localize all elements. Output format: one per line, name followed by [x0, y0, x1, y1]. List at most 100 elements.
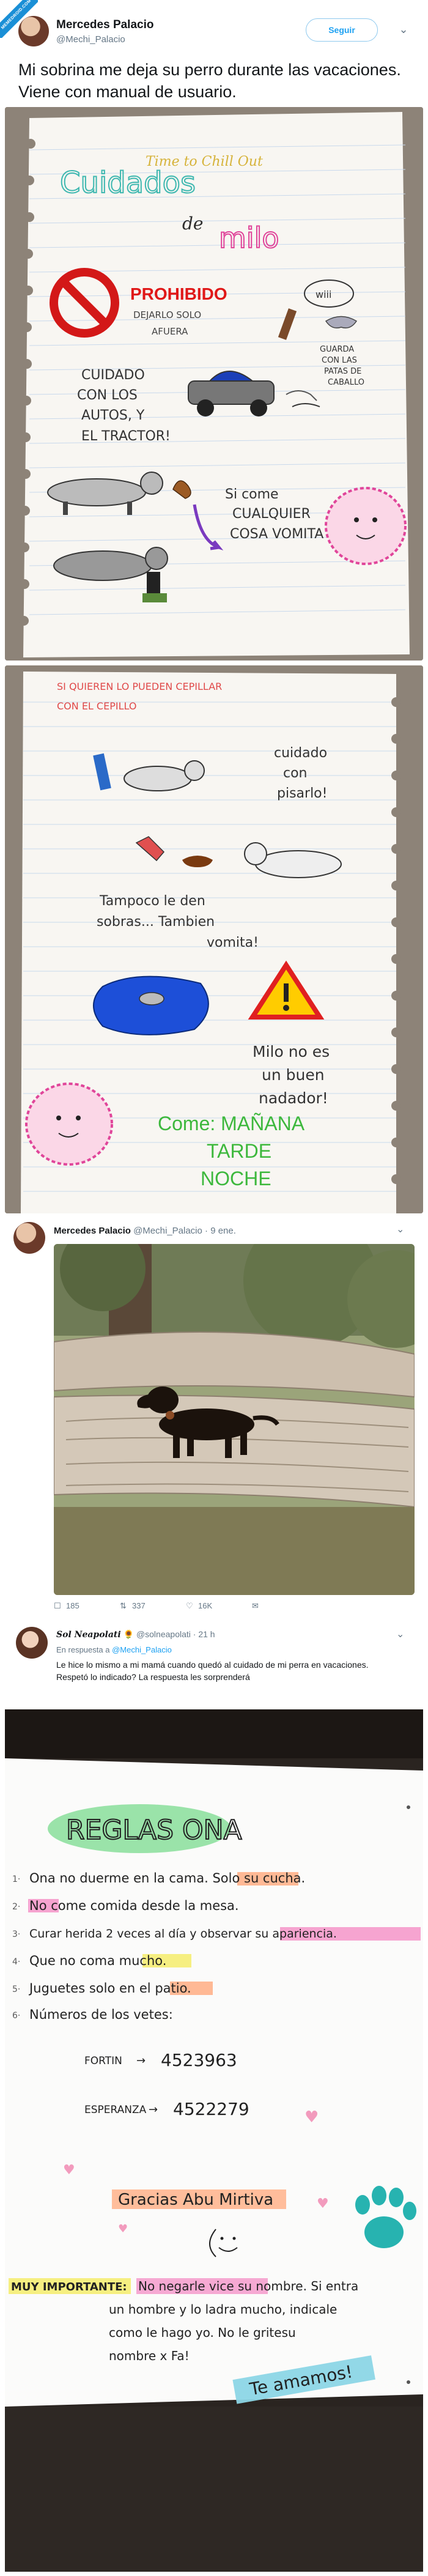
author-name[interactable]: Mercedes Palacio	[54, 1226, 131, 1236]
author-handle[interactable]: @solneapolati	[136, 1629, 191, 1639]
gracias-text: Gracias Abu Mirtiva	[118, 2191, 273, 2209]
prohibido-sub2: AFUERA	[152, 326, 188, 337]
p2-come-2: TARDE	[207, 1140, 271, 1162]
vet-1-name: FORTIN	[84, 2055, 122, 2067]
notebook-photo[interactable]: REGLAS ONA 1· Ona no duerme en la cama. …	[5, 1709, 423, 2572]
avatar[interactable]	[13, 1222, 45, 1254]
water-puddle	[93, 975, 209, 1035]
replying-prefix: En respuesta a	[56, 1645, 110, 1654]
vets-label: Números de los vetes:	[29, 2007, 173, 2022]
vet-1-number: 4523963	[161, 2050, 237, 2070]
cuidado-3: AUTOS, Y	[81, 408, 145, 423]
hedgehog-drawing-2	[25, 1083, 113, 1166]
like-count: 16K	[198, 1601, 213, 1610]
heart-icon: ♥	[118, 2223, 128, 2235]
p2-cuidado-1: cuidado	[274, 746, 327, 761]
tweet-actions: ☐ 185 ⇅ 337 ♡ 16K ✉	[54, 1601, 372, 1615]
prohibido-label: PROHIBIDO	[130, 284, 227, 303]
dog-photo[interactable]	[54, 1244, 415, 1595]
tweet-time[interactable]: · 21 h	[193, 1629, 215, 1639]
p2-cuidado-3: pisarlo!	[277, 786, 327, 801]
cuidado-1: CUIDADO	[81, 368, 145, 383]
tweet-text: Mi sobrina me deja su perro durante las …	[18, 61, 401, 101]
chevron-down-icon[interactable]: ⌄	[396, 1628, 404, 1640]
p2-cuidado-2: con	[283, 766, 308, 781]
p2-top-1: SI QUIEREN LO PUEDEN CEPILLAR	[57, 681, 222, 692]
author-handle[interactable]: @Mechi_Palacio	[56, 34, 125, 45]
guarda-2: CON LAS	[322, 356, 357, 365]
sunflower-emoji: 🌻	[123, 1629, 135, 1639]
svg-text:6·: 6·	[12, 2011, 20, 2021]
follow-button[interactable]: Seguir	[306, 18, 378, 42]
importante-label: MUY IMPORTANTE:	[11, 2281, 127, 2293]
notebook-title: REGLAS ONA	[66, 1815, 242, 1846]
p2-milo-1: Milo no es	[253, 1043, 330, 1060]
rule-5: Juguetes solo en el patio.	[28, 1981, 191, 1996]
svg-text:1·: 1·	[12, 1875, 20, 1884]
reply-text-line-1: Le hice lo mismo a mi mamá cuando quedó …	[56, 1660, 369, 1670]
tweet-header: Mercedes Palacio @Mechi_Palacio · 9 ene.	[54, 1226, 236, 1236]
cuidado-4: EL TRACTOR!	[81, 429, 171, 444]
hedgehog-drawing	[325, 487, 407, 565]
share-icon[interactable]: ✉	[252, 1601, 259, 1611]
svg-text:5·: 5·	[12, 1985, 20, 1994]
title-main: Cuidados	[60, 166, 196, 200]
chevron-down-icon[interactable]: ⌄	[396, 1223, 404, 1235]
wiii-bubble: wiii	[315, 289, 331, 300]
tweet-date[interactable]: · 9 ene.	[205, 1226, 236, 1236]
reply-icon[interactable]: ☐	[54, 1601, 61, 1611]
heart-icon: ♥	[317, 2196, 329, 2211]
author-name[interactable]: Mercedes Palacio	[56, 18, 153, 32]
chevron-down-icon[interactable]: ⌄	[397, 23, 410, 35]
avatar[interactable]	[16, 1627, 48, 1659]
si-come-1: Si come	[225, 487, 279, 502]
quoted-tweet: Mercedes Palacio @Mechi_Palacio · 9 ene.…	[5, 1217, 423, 1618]
heart-icon[interactable]: ♡	[186, 1601, 193, 1611]
importante-line-2: un hombre y lo ladra mucho, indicale	[109, 2302, 337, 2317]
guarda-4: CABALLO	[328, 378, 364, 387]
main-tweet: Mercedes Palacio @Mechi_Palacio Seguir ⌄…	[0, 0, 428, 107]
vet-2-number: 4522279	[173, 2099, 249, 2119]
cuidado-2: CON LOS	[77, 388, 138, 403]
manual-photo-1[interactable]: Time to Chill Out Cuidados de milo PROHI…	[5, 107, 423, 661]
svg-text:2·: 2·	[12, 1902, 20, 1912]
guarda-3: PATAS DE	[324, 367, 361, 376]
author-name[interactable]: Sol Neapolati	[56, 1630, 121, 1640]
retweet-count: 337	[132, 1601, 146, 1610]
p2-top-2: CON EL CEPILLO	[57, 700, 136, 712]
importante-line-3: como le hago yo. No le gritesu	[109, 2325, 296, 2340]
prohibido-sub1: DEJARLO SOLO	[133, 309, 201, 320]
manual-photo-2[interactable]: SI QUIEREN LO PUEDEN CEPILLAR CON EL CEP…	[5, 665, 423, 1213]
title-de: de	[182, 213, 204, 234]
heart-icon: ♥	[63, 2163, 75, 2178]
guarda-1: GUARDA	[320, 345, 354, 354]
rule-3: Curar herida 2 veces al día y observar s…	[29, 1927, 337, 1941]
p2-come-1: Come: MAÑANA	[158, 1112, 305, 1134]
rule-2: No come comida desde la mesa.	[29, 1898, 239, 1913]
retweet-icon[interactable]: ⇅	[120, 1601, 127, 1611]
svg-text:3·: 3·	[12, 1930, 20, 1939]
svg-text:→: →	[149, 2103, 158, 2116]
p2-milo-3: nadador!	[259, 1089, 328, 1107]
svg-text:4·: 4·	[12, 1957, 20, 1967]
p2-milo-2: un buen	[262, 1066, 325, 1084]
rule-1: Ona no duerme en la cama. Solo su cucha.	[29, 1871, 305, 1886]
vet-2-name: ESPERANZA	[84, 2104, 147, 2116]
badge-text: MEMEDROID.COM	[0, 0, 38, 38]
replying-to-link[interactable]: @Mechi_Palacio	[112, 1645, 172, 1654]
author-handle[interactable]: @Mechi_Palacio	[133, 1226, 202, 1236]
si-come-2: CUALQUIER	[232, 506, 311, 522]
importante-line-4: nombre x Fa!	[109, 2348, 190, 2363]
p2-tampoco-2: sobras... Tambien	[97, 914, 215, 930]
p2-tampoco-3: vomita!	[207, 935, 259, 950]
tweet-header: Sol Neapolati 🌻 @solneapolati · 21 h	[56, 1629, 215, 1640]
si-come-3: COSA VOMITA	[230, 527, 323, 542]
reply-count: 185	[66, 1601, 79, 1610]
reply-tweet: Sol Neapolati 🌻 @solneapolati · 21 h ⌄ E…	[5, 1621, 423, 1706]
p2-come-3: NOCHE	[201, 1168, 271, 1190]
reply-text-line-2: Respetó lo indicado? La respuesta les so…	[56, 1672, 250, 1682]
memedroid-badge: MEMEDROID.COM	[0, 0, 38, 38]
replying-to: En respuesta a @Mechi_Palacio	[56, 1645, 172, 1654]
title-name: milo	[219, 221, 279, 254]
rule-4: Que no coma mucho.	[29, 1953, 166, 1968]
